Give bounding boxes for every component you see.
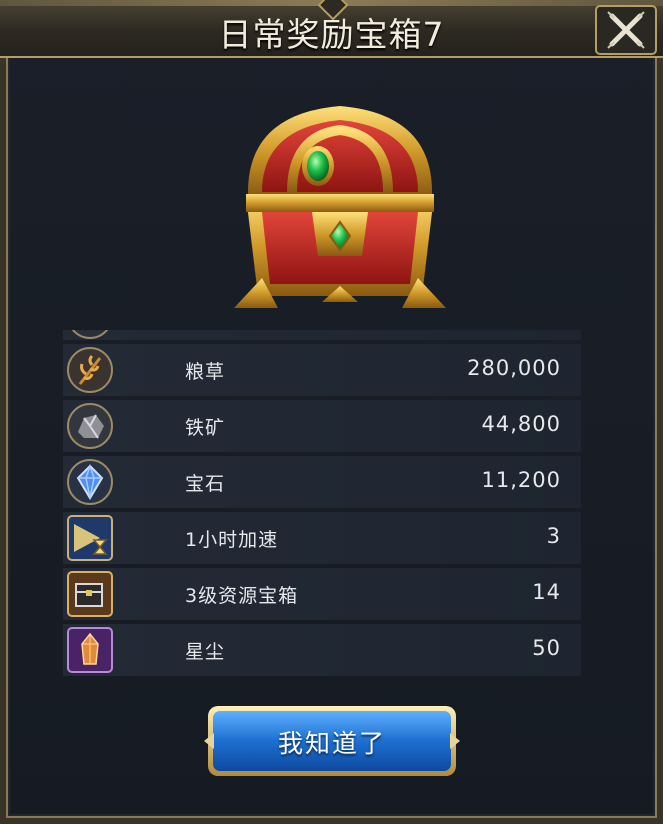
close-icon[interactable] (594, 4, 658, 56)
reward-row: 3级资源宝箱 14 (63, 568, 581, 620)
partial-item-icon (71, 330, 109, 339)
reward-quantity: 3 (546, 524, 561, 548)
speedup-hourglass-icon (67, 515, 113, 561)
reward-name: 铁矿 (185, 417, 226, 439)
reward-list[interactable]: 粮草 280,000 铁矿 44,800 宝石 11,200 1小时加速 3 3… (63, 330, 581, 680)
reward-quantity: 14 (532, 580, 561, 604)
title-bar: 日常奖励宝箱7 (0, 0, 663, 58)
treasure-chest-image (234, 106, 446, 308)
confirm-button[interactable]: 我知道了 (204, 702, 460, 780)
stardust-crystal-icon (67, 627, 113, 673)
dialog-title: 日常奖励宝箱7 (218, 15, 445, 54)
reward-row: 宝石 11,200 (63, 456, 581, 508)
reward-name: 星尘 (185, 641, 226, 663)
reward-name: 1小时加速 (185, 529, 279, 551)
reward-row-partial (63, 330, 581, 340)
reward-row: 星尘 50 (63, 624, 581, 676)
resource-chest-icon (67, 571, 113, 617)
confirm-button-label: 我知道了 (277, 729, 386, 758)
reward-quantity: 280,000 (467, 356, 561, 380)
iron-ore-icon (67, 403, 113, 449)
reward-name: 3级资源宝箱 (185, 585, 299, 607)
reward-row: 1小时加速 3 (63, 512, 581, 564)
reward-quantity: 44,800 (481, 412, 561, 436)
reward-quantity: 50 (532, 636, 561, 660)
wheat-icon (67, 347, 113, 393)
reward-name: 宝石 (185, 473, 226, 495)
reward-row: 铁矿 44,800 (63, 400, 581, 452)
reward-quantity: 11,200 (481, 468, 561, 492)
reward-row: 粮草 280,000 (63, 344, 581, 396)
gem-icon (67, 459, 113, 505)
reward-name: 粮草 (185, 361, 226, 383)
